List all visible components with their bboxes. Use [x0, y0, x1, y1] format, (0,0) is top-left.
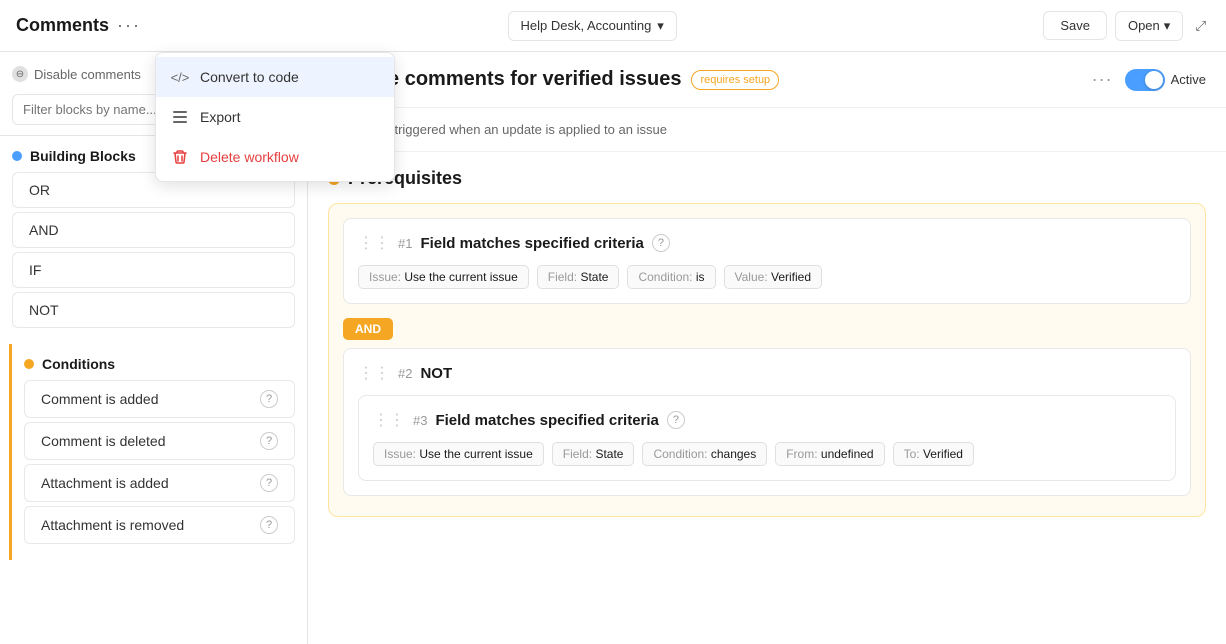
expand-button[interactable]: ⤢: [1191, 14, 1210, 38]
building-blocks-dot: [12, 151, 22, 161]
tag-field[interactable]: Field: State: [552, 442, 635, 466]
attachment-removed-item[interactable]: Attachment is removed ?: [24, 506, 295, 544]
prerequisites-card: ⋮⋮ #1 Field matches specified criteria ?…: [328, 203, 1206, 517]
comment-deleted-item[interactable]: Comment is deleted ?: [24, 422, 295, 460]
page-title: Comments: [16, 15, 109, 36]
block-2-title: NOT: [420, 365, 452, 382]
export-label: Export: [200, 109, 240, 125]
active-toggle-container: Active: [1125, 69, 1206, 91]
tag-issue[interactable]: Issue: Use the current issue: [358, 265, 529, 289]
help-icon[interactable]: ?: [260, 390, 278, 408]
requires-setup-badge: requires setup: [691, 70, 779, 90]
comment-added-item[interactable]: Comment is added ?: [24, 380, 295, 418]
delete-workflow-label: Delete workflow: [200, 149, 299, 165]
block-3-title: Field matches specified criteria: [435, 412, 658, 429]
tag-value[interactable]: Value: Verified: [724, 265, 823, 289]
conditions-title: Conditions: [42, 356, 115, 372]
prerequisites-section: Prerequisites ⋮⋮ #1 Field matches specif…: [308, 152, 1226, 543]
export-icon: [170, 107, 190, 127]
drag-handle[interactable]: ⋮⋮: [373, 410, 405, 430]
chevron-down-icon: ▾: [1164, 18, 1171, 34]
workspace-label: Help Desk, Accounting: [521, 18, 652, 33]
tag-from[interactable]: From: undefined: [775, 442, 884, 466]
more-options-button[interactable]: ···: [117, 15, 141, 36]
chevron-down-icon: ▾: [657, 18, 664, 34]
save-button[interactable]: Save: [1043, 11, 1107, 40]
conditions-section: Conditions Comment is added ? Comment is…: [9, 344, 307, 560]
open-label: Open: [1128, 18, 1160, 33]
block-1-card: ⋮⋮ #1 Field matches specified criteria ?…: [343, 218, 1191, 304]
tag-condition[interactable]: Condition: changes: [642, 442, 767, 466]
block-1-number: #1: [398, 236, 412, 251]
block-3-card: ⋮⋮ #3 Field matches specified criteria ?…: [358, 395, 1176, 481]
convert-to-code-label: Convert to code: [200, 69, 299, 85]
help-icon[interactable]: ?: [260, 474, 278, 492]
drag-handle[interactable]: ⋮⋮: [358, 233, 390, 253]
open-button[interactable]: Open ▾: [1115, 11, 1183, 41]
code-icon: </>: [170, 67, 190, 87]
dropdown-menu: </> Convert to code Export: [155, 52, 395, 182]
if-block[interactable]: IF: [12, 252, 295, 288]
building-blocks-title: Building Blocks: [30, 148, 136, 164]
block-3-tags: Issue: Use the current issue Field: Stat…: [373, 442, 1161, 466]
toggle-knob: [1145, 71, 1163, 89]
and-badge: AND: [343, 318, 393, 340]
help-circle-icon[interactable]: ?: [652, 234, 670, 252]
tag-field[interactable]: Field: State: [537, 265, 620, 289]
block-1-tags: Issue: Use the current issue Field: Stat…: [358, 265, 1176, 289]
content-more-button[interactable]: ···: [1092, 69, 1113, 90]
block-1-title: Field matches specified criteria: [420, 235, 643, 252]
rule-description: This rule is triggered when an update is…: [308, 108, 1226, 152]
help-icon[interactable]: ?: [260, 432, 278, 450]
tag-condition[interactable]: Condition: is: [627, 265, 715, 289]
not-block[interactable]: NOT: [12, 292, 295, 328]
drag-handle[interactable]: ⋮⋮: [358, 363, 390, 383]
trash-icon: [170, 147, 190, 167]
conditions-dot: [24, 359, 34, 369]
disable-comments-label: Disable comments: [34, 67, 141, 82]
block-2-number: #2: [398, 366, 412, 381]
help-circle-icon[interactable]: ?: [667, 411, 685, 429]
content-title: Disable comments for verified issues req…: [328, 68, 779, 91]
disable-icon: ⊖: [12, 66, 28, 82]
help-icon[interactable]: ?: [260, 516, 278, 534]
content-area: Disable comments for verified issues req…: [308, 52, 1226, 644]
block-2-card: ⋮⋮ #2 NOT ⋮⋮ #3 Field matches specified …: [343, 348, 1191, 496]
attachment-added-item[interactable]: Attachment is added ?: [24, 464, 295, 502]
tag-to[interactable]: To: Verified: [893, 442, 974, 466]
export-item[interactable]: Export: [156, 97, 394, 137]
delete-workflow-item[interactable]: Delete workflow: [156, 137, 394, 177]
active-toggle[interactable]: [1125, 69, 1165, 91]
convert-to-code-item[interactable]: </> Convert to code: [156, 57, 394, 97]
block-3-number: #3: [413, 413, 427, 428]
workspace-selector[interactable]: Help Desk, Accounting ▾: [508, 11, 677, 41]
toggle-label: Active: [1171, 72, 1206, 87]
and-block[interactable]: AND: [12, 212, 295, 248]
tag-issue[interactable]: Issue: Use the current issue: [373, 442, 544, 466]
